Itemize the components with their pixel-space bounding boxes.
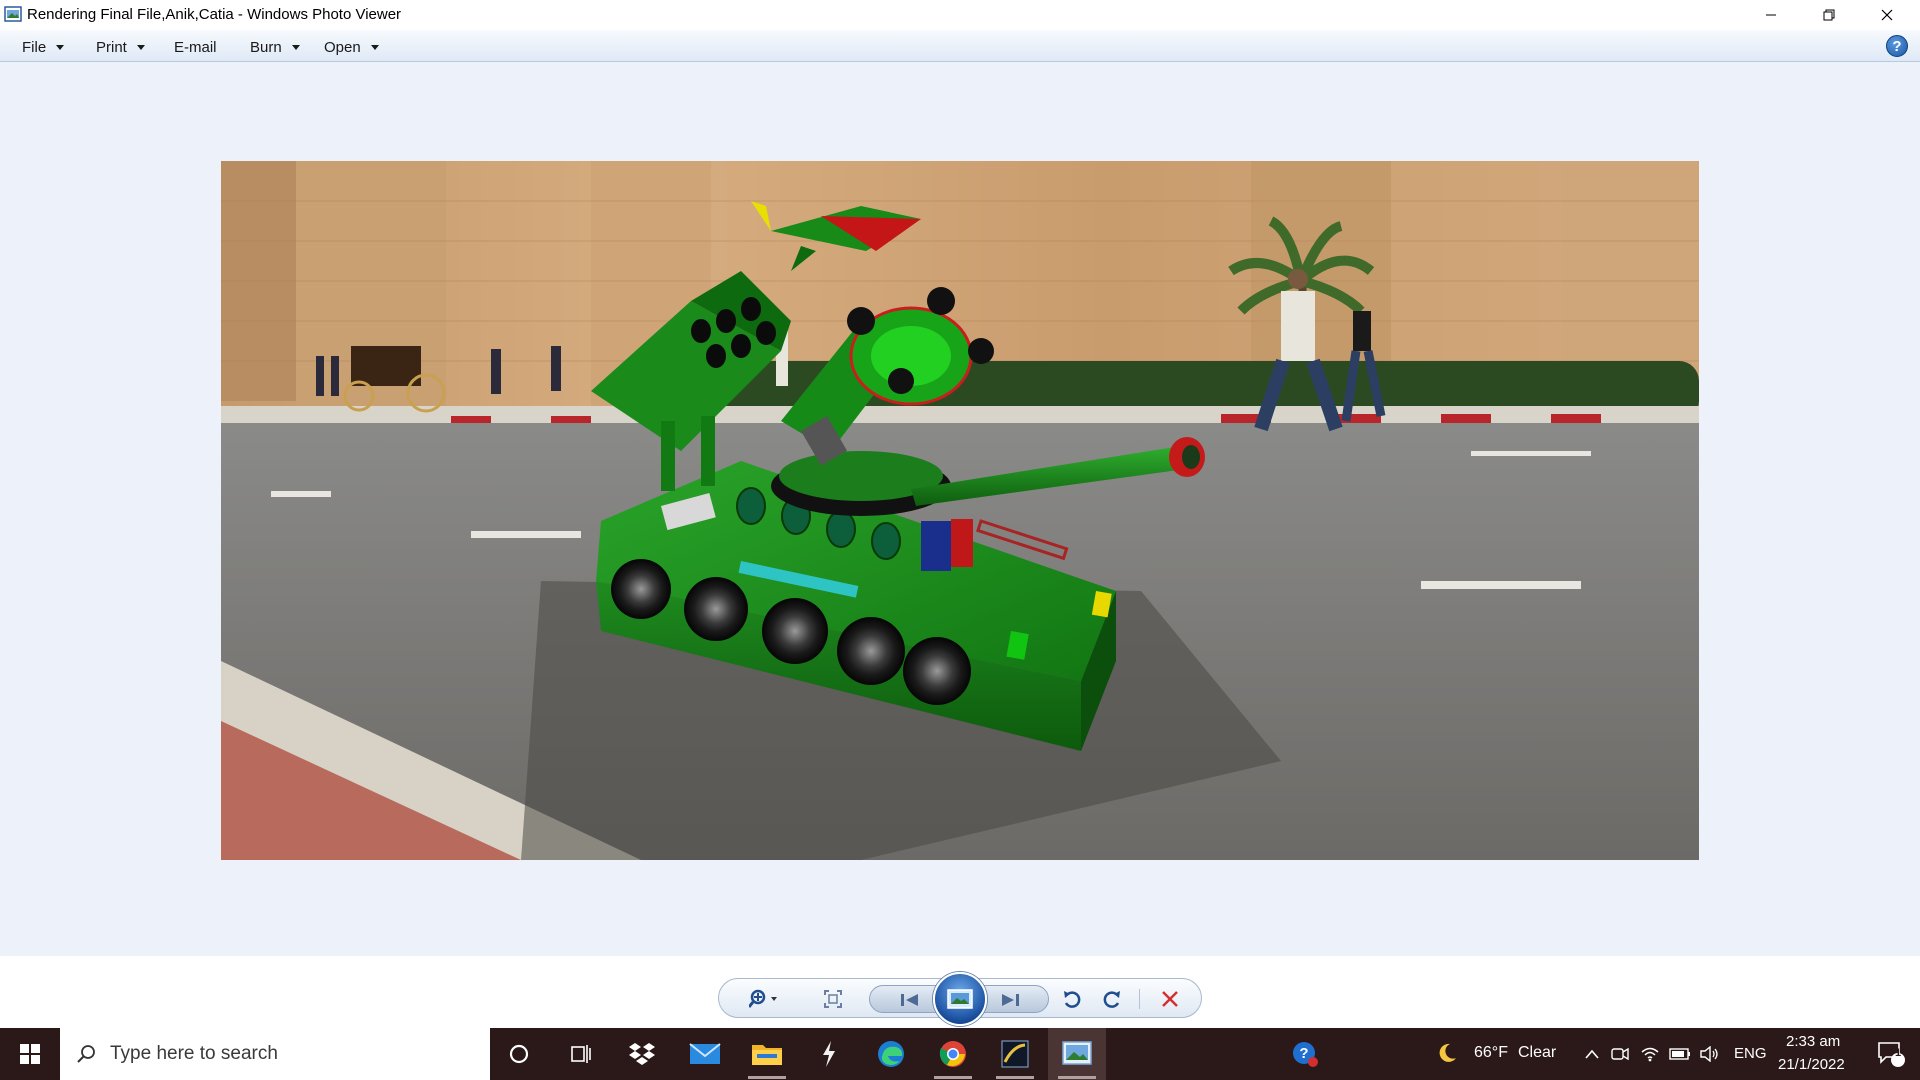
next-button[interactable] [990,986,1030,1014]
help-icon: ? [1293,1042,1318,1067]
tank-render-image [221,161,1699,860]
zoom-button[interactable] [749,979,785,1019]
clock-time[interactable]: 2:33 am [1786,1033,1840,1050]
close-icon [1881,9,1893,21]
cortana-icon [509,1044,529,1064]
restore-button[interactable] [1800,0,1858,30]
start-button[interactable] [0,1028,60,1080]
delete-button[interactable] [1155,979,1185,1019]
notification-icon [1878,1042,1905,1067]
moon-icon [1439,1043,1456,1062]
catia-icon [1001,1040,1029,1068]
rotate-counterclockwise-button[interactable] [1057,979,1087,1019]
menu-burn[interactable]: Burn [250,37,300,57]
next-icon [1002,994,1019,1006]
minimize-button[interactable] [1742,0,1800,30]
menu-file[interactable]: File [22,37,65,57]
show-hidden-icons-button[interactable] [1578,1028,1606,1080]
taskbar-file-explorer[interactable] [738,1028,796,1080]
separator [1139,989,1140,1009]
slideshow-icon [947,989,973,1009]
help-button[interactable]: ? [1886,35,1908,57]
battery-button[interactable] [1666,1028,1694,1080]
search-icon [77,1045,95,1063]
image-viewer-area [0,62,1920,956]
search-placeholder: Type here to search [110,1043,278,1064]
chevron-up-icon [1585,1049,1599,1059]
displayed-photo [221,161,1699,860]
taskbar-search-box[interactable]: Type here to search [60,1028,490,1080]
weather-condition: Clear [1518,1044,1557,1061]
photo-viewer-icon [1062,1041,1092,1065]
help-icon: ? [1892,37,1902,55]
taskbar: Type here to search ? 66°F Clear ENG 2:3… [0,1028,1920,1080]
photo-viewer-app-icon [4,6,22,22]
photo-controls-bar [0,956,1920,1028]
taskbar-edge[interactable] [862,1028,920,1080]
lightning-icon [823,1041,835,1067]
actual-size-icon [824,990,842,1008]
chrome-icon [939,1041,966,1067]
minimize-icon [1766,14,1776,16]
taskbar-winamp[interactable] [800,1028,858,1080]
battery-icon [1669,1048,1690,1060]
clock-date[interactable]: 21/1/2022 [1778,1056,1845,1073]
window-title: Rendering Final File,Anik,Catia - Window… [27,6,402,23]
notification-count: 1 [1895,1047,1902,1059]
task-view-icon [571,1045,591,1063]
taskbar-photo-viewer[interactable] [1048,1028,1106,1080]
previous-icon [901,994,918,1006]
delete-icon [1162,991,1178,1007]
close-button[interactable] [1858,0,1916,30]
control-pill [718,972,1202,1026]
rotate-counterclockwise-icon [1064,991,1081,1008]
network-button[interactable] [1636,1028,1664,1080]
chevron-down-icon [56,44,65,50]
folder-icon [752,1045,782,1065]
edge-icon [878,1041,904,1067]
wifi-icon [1641,1047,1659,1062]
chevron-down-icon [291,44,300,50]
menu-open[interactable]: Open [324,37,379,57]
menu-email[interactable]: E-mail [174,37,217,57]
menu-bar: File Print E-mail Burn Open ? [0,30,1920,62]
volume-button[interactable] [1696,1028,1724,1080]
cortana-button[interactable] [490,1028,548,1080]
previous-button[interactable] [890,986,930,1014]
input-language[interactable]: ENG [1734,1045,1767,1062]
action-center-button[interactable]: 1 [1862,1028,1920,1080]
rotate-clockwise-icon [1103,991,1120,1008]
rotate-clockwise-button[interactable] [1097,979,1127,1019]
windows-logo-icon [20,1044,40,1064]
weather-temperature: 66°F [1474,1044,1508,1061]
chevron-down-icon [136,44,145,50]
taskbar-dropbox[interactable] [613,1028,671,1080]
taskbar-catia[interactable] [986,1028,1044,1080]
restore-icon [1823,9,1835,21]
menu-print[interactable]: Print [96,37,145,57]
zoom-icon [749,989,777,1008]
actual-size-button[interactable] [821,979,845,1019]
chevron-down-icon [370,44,379,50]
task-view-button[interactable] [552,1028,610,1080]
play-slideshow-button[interactable] [933,972,987,1026]
taskbar-mail[interactable] [676,1028,734,1080]
speaker-icon [1700,1046,1718,1062]
camera-icon [1611,1047,1629,1061]
svg-text:?: ? [1299,1045,1308,1062]
mail-icon [689,1043,721,1064]
meet-now-button[interactable] [1606,1028,1634,1080]
taskbar-chrome[interactable] [924,1028,982,1080]
title-bar: Rendering Final File,Anik,Catia - Window… [0,0,1920,30]
help-tray-button[interactable]: ? [1276,1028,1334,1080]
dropbox-icon [629,1043,655,1065]
